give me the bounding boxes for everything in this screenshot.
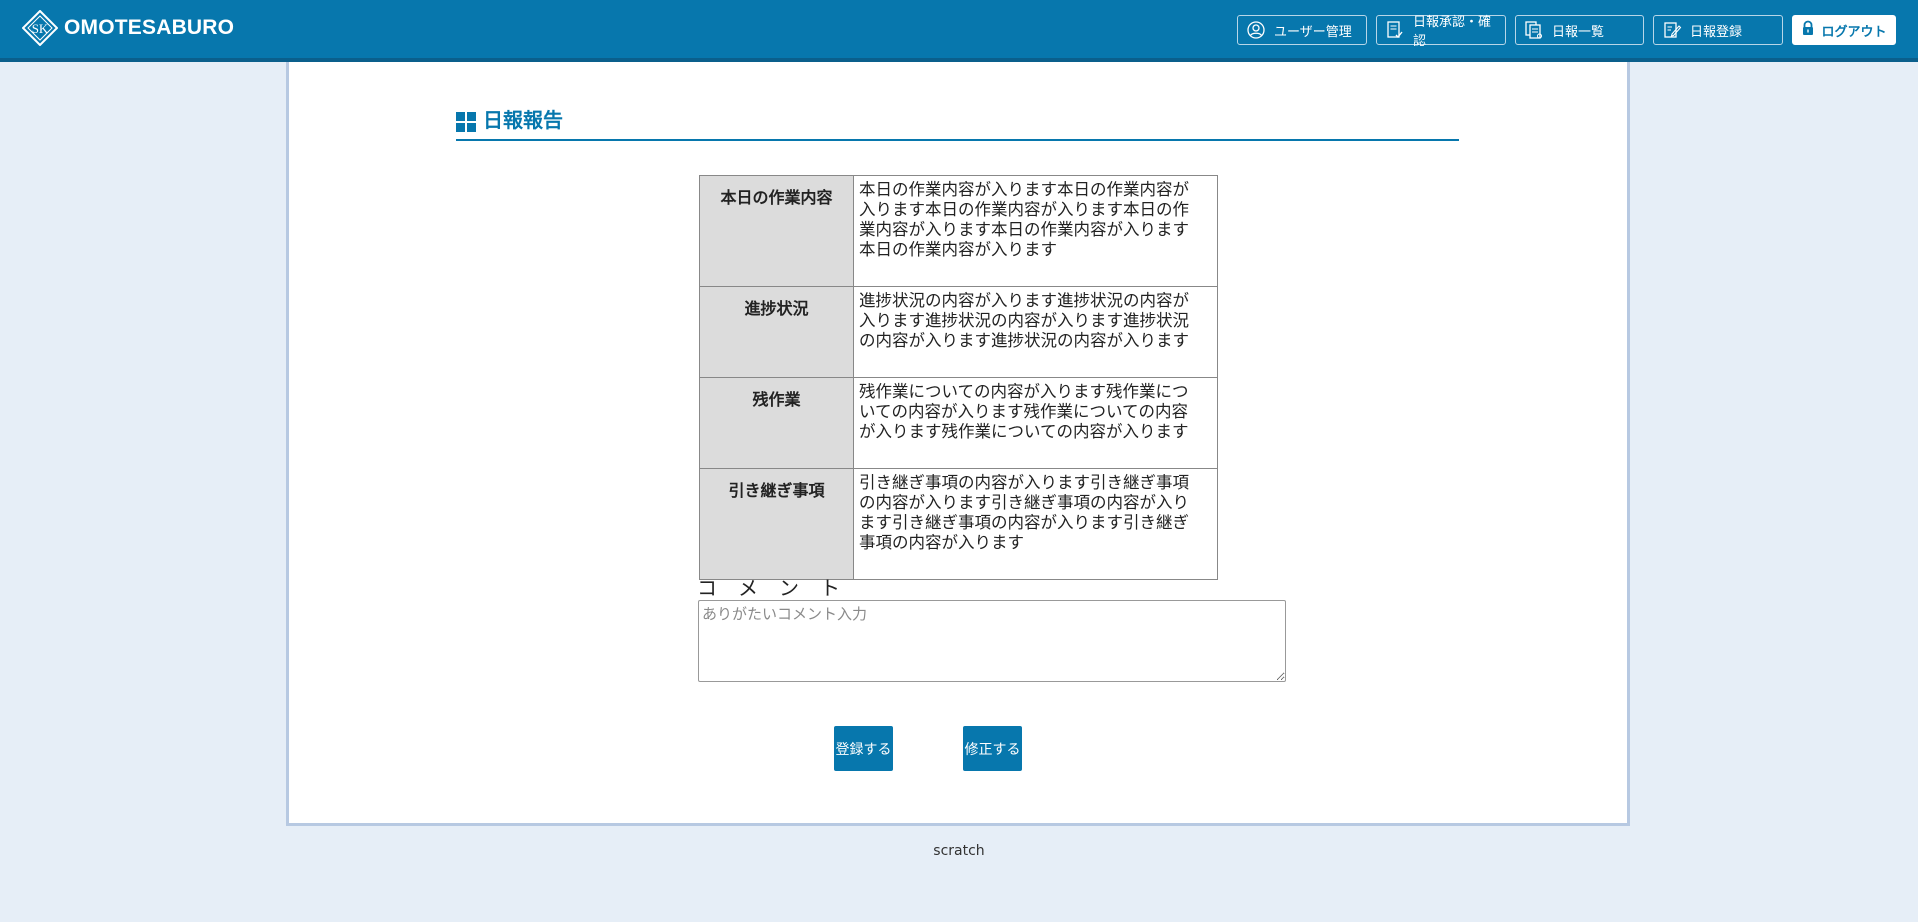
nav-report-approval[interactable]: 日報承認・確認 (1376, 15, 1506, 49)
documents-list-icon (1524, 20, 1544, 40)
report-row-progress: 進捗状況 進捗状況の内容が入ります進捗状況の内容が入ります進捗状況の内容が入りま… (699, 286, 1218, 378)
nav-user-management-label: ユーザー管理 (1274, 24, 1352, 40)
nav-report-list[interactable]: 日報一覧 (1515, 15, 1644, 45)
report-label-handover: 引き継ぎ事項 (699, 468, 854, 580)
page-title-text: 日報報告 (483, 108, 563, 132)
report-label-work: 本日の作業内容 (699, 175, 854, 287)
user-circle-icon (1246, 20, 1266, 40)
nav-report-approval-label: 日報承認・確認 (1413, 15, 1492, 49)
edit-button[interactable]: 修正する (963, 726, 1022, 771)
main-nav: ユーザー管理 日報承認・確認 日報一覧 日報登録 ログアウト (1237, 15, 1896, 49)
nav-user-management[interactable]: ユーザー管理 (1237, 15, 1367, 45)
brand-logo-text: SK (32, 21, 49, 36)
report-value-handover: 引き継ぎ事項の内容が入ります引き継ぎ事項の内容が入ります引き継ぎ事項の内容が入り… (853, 468, 1218, 580)
lock-icon (1801, 20, 1815, 40)
nav-report-register-label: 日報登録 (1690, 24, 1743, 40)
grid-icon (456, 112, 476, 132)
logout-label: ログアウト (1821, 24, 1887, 40)
footer-text: scratch (933, 843, 985, 859)
edit-document-icon (1662, 20, 1682, 40)
nav-report-register[interactable]: 日報登録 (1653, 15, 1783, 45)
report-row-work: 本日の作業内容 本日の作業内容が入ります本日の作業内容が入ります本日の作業内容が… (699, 175, 1218, 287)
document-check-icon (1385, 20, 1405, 40)
report-value-remaining: 残作業についての内容が入ります残作業についての内容が入ります残作業についての内容… (853, 377, 1218, 469)
brand[interactable]: SK OMOTESABURO (21, 9, 235, 47)
report-value-progress: 進捗状況の内容が入ります進捗状況の内容が入ります進捗状況の内容が入ります進捗状況… (853, 286, 1218, 378)
comment-label: コメント (697, 576, 861, 600)
report-table: 本日の作業内容 本日の作業内容が入ります本日の作業内容が入ります本日の作業内容が… (699, 175, 1218, 580)
nav-report-list-label: 日報一覧 (1552, 24, 1605, 40)
register-button[interactable]: 登録する (834, 726, 893, 771)
report-label-progress: 進捗状況 (699, 286, 854, 378)
comment-textarea[interactable] (698, 600, 1286, 682)
logout-button[interactable]: ログアウト (1792, 15, 1896, 45)
brand-logo-icon: SK (21, 9, 59, 47)
page-title: 日報報告 (456, 106, 1459, 141)
report-label-remaining: 残作業 (699, 377, 854, 469)
top-header: SK OMOTESABURO ユーザー管理 日報承認・確認 日報一覧 日報登録 … (0, 0, 1918, 62)
brand-name: OMOTESABURO (64, 16, 235, 39)
report-row-handover: 引き継ぎ事項 引き継ぎ事項の内容が入ります引き継ぎ事項の内容が入ります引き継ぎ事… (699, 468, 1218, 580)
report-value-work: 本日の作業内容が入ります本日の作業内容が入ります本日の作業内容が入ります本日の作… (853, 175, 1218, 287)
report-row-remaining: 残作業 残作業についての内容が入ります残作業についての内容が入ります残作業につい… (699, 377, 1218, 469)
